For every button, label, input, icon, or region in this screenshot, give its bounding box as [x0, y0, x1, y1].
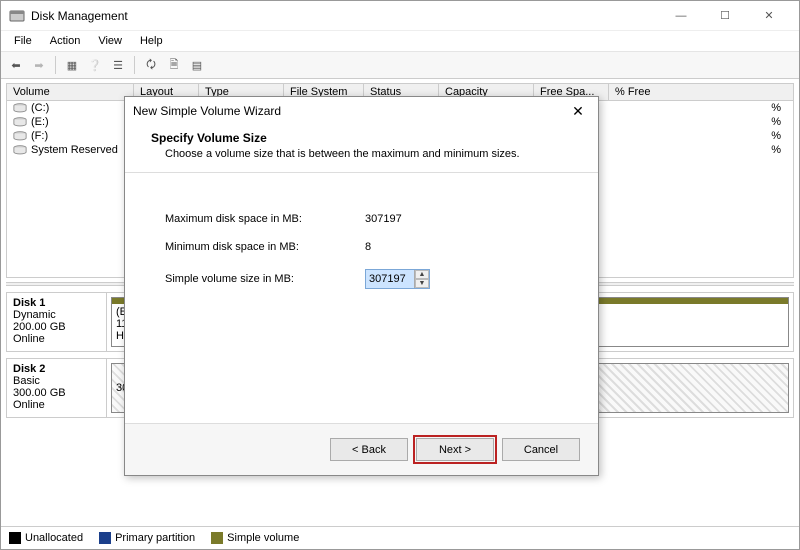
disk-info: Disk 1 Dynamic 200.00 GB Online — [7, 293, 107, 351]
legend: Unallocated Primary partition Simple vol… — [1, 526, 799, 549]
list-icon[interactable]: ☰ — [108, 55, 128, 75]
legend-item: Primary partition — [99, 532, 195, 544]
drive-icon — [13, 145, 27, 156]
volume-pct: % — [771, 102, 787, 114]
swatch-olive — [211, 532, 223, 544]
volume-name: System Reserved — [31, 144, 118, 156]
title-bar: Disk Management — ☐ ✕ — [1, 1, 799, 31]
disk-name: Disk 1 — [13, 297, 100, 309]
next-button[interactable]: Next > — [416, 438, 494, 461]
cancel-button[interactable]: Cancel — [502, 438, 580, 461]
disk-status: Online — [13, 399, 100, 411]
settings-icon[interactable]: ▤ — [187, 55, 207, 75]
drive-icon — [13, 131, 27, 142]
dialog-titlebar: New Simple Volume Wizard ✕ — [125, 97, 598, 125]
menu-action[interactable]: Action — [42, 33, 89, 49]
disk-type: Dynamic — [13, 309, 100, 321]
drive-icon — [13, 103, 27, 114]
menu-help[interactable]: Help — [132, 33, 171, 49]
refresh-icon[interactable]: 🗘 — [141, 55, 161, 75]
volume-pct: % — [771, 130, 787, 142]
max-size-label: Maximum disk space in MB: — [165, 213, 365, 225]
disk-status: Online — [13, 333, 100, 345]
back-button[interactable]: < Back — [330, 438, 408, 461]
maximize-button[interactable]: ☐ — [703, 2, 747, 30]
disk-type: Basic — [13, 375, 100, 387]
close-button[interactable]: ✕ — [747, 2, 791, 30]
volume-name: (E:) — [31, 116, 49, 128]
max-size-value: 307197 — [365, 213, 402, 225]
volume-name: (C:) — [31, 102, 49, 114]
col-volume[interactable]: Volume — [7, 84, 134, 100]
min-size-value: 8 — [365, 241, 371, 253]
volume-size-label: Simple volume size in MB: — [165, 273, 365, 285]
swatch-black — [9, 532, 21, 544]
menu-file[interactable]: File — [6, 33, 40, 49]
dialog-heading: Specify Volume Size — [151, 131, 572, 145]
disk-name: Disk 2 — [13, 363, 100, 375]
toolbar: ⬅ ➡ ▦ ❔ ☰ 🗘 🗎 ▤ — [1, 51, 799, 79]
dialog-subtitle: Choose a volume size that is between the… — [165, 148, 572, 160]
legend-item: Unallocated — [9, 532, 83, 544]
wizard-dialog: New Simple Volume Wizard ✕ Specify Volum… — [124, 96, 599, 476]
help-icon[interactable]: ❔ — [85, 55, 105, 75]
app-icon — [9, 8, 25, 24]
menu-bar: File Action View Help — [1, 31, 799, 51]
disk-size: 200.00 GB — [13, 321, 100, 333]
volume-pct: % — [771, 116, 787, 128]
grid-icon[interactable]: ▦ — [62, 55, 82, 75]
disk-info: Disk 2 Basic 300.00 GB Online — [7, 359, 107, 417]
col-pctfree[interactable]: % Free — [609, 84, 793, 100]
legend-item: Simple volume — [211, 532, 299, 544]
dialog-title: New Simple Volume Wizard — [133, 104, 566, 118]
window-title: Disk Management — [31, 9, 659, 23]
disk-size: 300.00 GB — [13, 387, 100, 399]
properties-icon[interactable]: 🗎 — [164, 55, 184, 75]
volume-pct: % — [771, 144, 787, 156]
dialog-close-icon[interactable]: ✕ — [566, 103, 590, 120]
forward-icon[interactable]: ➡ — [29, 55, 49, 75]
volume-name: (F:) — [31, 130, 48, 142]
swatch-blue — [99, 532, 111, 544]
volume-size-spinner[interactable]: ▲ ▼ — [365, 269, 430, 289]
dialog-buttons: < Back Next > Cancel — [125, 423, 598, 475]
drive-icon — [13, 117, 27, 128]
menu-view[interactable]: View — [90, 33, 130, 49]
spinner-down-icon[interactable]: ▼ — [415, 279, 429, 288]
min-size-label: Minimum disk space in MB: — [165, 241, 365, 253]
minimize-button[interactable]: — — [659, 2, 703, 30]
back-icon[interactable]: ⬅ — [6, 55, 26, 75]
spinner-up-icon[interactable]: ▲ — [415, 270, 429, 279]
volume-size-input[interactable] — [366, 270, 414, 288]
